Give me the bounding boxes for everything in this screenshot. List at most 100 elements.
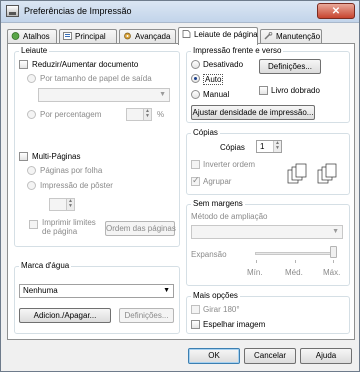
copies-label: Cópias xyxy=(220,143,245,152)
watermark-select[interactable]: Nenhuma ▼ xyxy=(19,284,174,298)
page-layout-icon xyxy=(182,29,191,38)
print-borders-checkbox[interactable] xyxy=(29,220,38,229)
tab-maintenance[interactable]: Manutenção xyxy=(260,29,322,44)
maintenance-icon xyxy=(264,31,273,40)
tab-advanced[interactable]: Avançada xyxy=(119,29,176,44)
duplex-off-label: Desativado xyxy=(203,60,244,69)
paper-size-select[interactable]: ▼ xyxy=(38,88,170,102)
by-paper-size-label: Por tamanho de papel de saída xyxy=(40,74,152,83)
duplex-group: Impressão frente e verso Desativado Auto… xyxy=(186,46,350,123)
slider-tick xyxy=(333,260,334,263)
enlarge-method-select[interactable]: ▼ xyxy=(191,225,343,239)
slider-tick xyxy=(256,260,257,263)
enlarge-method-label: Método de ampliação xyxy=(191,212,268,221)
expansion-slider-handle[interactable] xyxy=(330,246,337,258)
collate-pages-icon xyxy=(287,163,337,184)
borderless-group-title: Sem margens xyxy=(191,199,245,208)
tab-label: Principal xyxy=(75,32,106,41)
copies-group: Cópias Cópias 1 ▲▼ Inverter ordem Agrupa… xyxy=(186,128,350,195)
adjust-density-button[interactable]: Ajustar densidade de impressão... xyxy=(191,105,315,120)
copies-group-title: Cópias xyxy=(191,128,220,137)
chevron-down-icon: ▼ xyxy=(159,91,166,98)
reduce-enlarge-label: Reduzir/Aumentar documento xyxy=(32,60,139,69)
mirror-image-checkbox[interactable] xyxy=(191,320,200,329)
watermark-group-title: Marca d'água xyxy=(19,261,72,270)
rotate-180-label: Girar 180° xyxy=(203,305,240,314)
expansion-min-label: Mín. xyxy=(247,268,263,277)
by-paper-size-radio[interactable] xyxy=(27,74,36,83)
more-options-group-title: Mais opções xyxy=(191,291,240,300)
pages-per-sheet-label: Páginas por folha xyxy=(40,166,103,175)
cancel-button[interactable]: Cancelar xyxy=(244,348,296,364)
borderless-group: Sem margens Método de ampliação ▼ Expans… xyxy=(186,199,350,286)
expansion-label: Expansão xyxy=(191,250,227,259)
main-icon xyxy=(63,31,72,40)
more-options-group: Mais opções Girar 180° Espelhar imagem xyxy=(186,291,350,334)
layout-group: Leiaute Reduzir/Aumentar documento Por t… xyxy=(14,46,180,247)
close-button[interactable]: ✕ xyxy=(317,3,355,19)
percentage-spinner[interactable]: ▲ ▼ xyxy=(126,108,152,121)
watermark-group: Marca d'água Nenhuma ▼ Adicion./Apagar..… xyxy=(14,261,180,334)
duplex-settings-button[interactable]: Definições... xyxy=(259,59,321,74)
slider-tick xyxy=(295,260,296,263)
poster-print-label: Impressão de pôster xyxy=(40,181,113,190)
print-borders-label-line2: de página xyxy=(42,227,78,236)
collate-label: Agrupar xyxy=(203,177,232,186)
window-title: Preferências de Impressão xyxy=(24,6,132,16)
rotate-180-checkbox[interactable] xyxy=(191,305,200,314)
chevron-down-icon: ▼ xyxy=(163,287,170,294)
spinner-arrows-icon: ▲ ▼ xyxy=(273,141,281,152)
duplex-group-title: Impressão frente e verso xyxy=(191,46,284,55)
printer-icon xyxy=(6,5,19,17)
advanced-icon xyxy=(123,31,132,40)
pages-per-sheet-radio[interactable] xyxy=(27,166,36,175)
page-order-button[interactable]: Ordem das páginas xyxy=(105,221,176,236)
title-bar: Preferências de Impressão ✕ xyxy=(1,1,359,23)
copies-spinner[interactable]: 1 ▲ ▼ xyxy=(256,140,282,153)
duplex-off-radio[interactable] xyxy=(191,60,200,69)
shortcuts-icon xyxy=(11,31,20,40)
duplex-auto-label: Auto xyxy=(203,74,224,85)
print-borders-label-line1: Imprimir limites xyxy=(42,218,96,227)
by-percentage-label: Por percentagem xyxy=(40,110,102,119)
duplex-manual-radio[interactable] xyxy=(191,90,200,99)
reverse-order-checkbox[interactable] xyxy=(191,160,200,169)
tab-shortcuts[interactable]: Atalhos xyxy=(7,29,57,44)
tab-label: Manutenção xyxy=(276,32,321,41)
layout-group-title: Leiaute xyxy=(19,46,50,55)
watermark-settings-button[interactable]: Definições... xyxy=(119,308,174,323)
chevron-down-icon: ▼ xyxy=(332,228,339,235)
mirror-image-label: Espelhar imagem xyxy=(203,320,266,329)
by-percentage-radio[interactable] xyxy=(27,110,36,119)
multi-page-checkbox[interactable] xyxy=(19,152,28,161)
poster-spinner[interactable]: ▲ ▼ xyxy=(49,198,75,211)
expansion-max-label: Máx. xyxy=(323,268,341,277)
collate-checkbox[interactable] xyxy=(191,175,200,186)
spinner-arrows-icon: ▲ ▼ xyxy=(66,199,74,210)
spinner-arrows-icon: ▲ ▼ xyxy=(143,109,151,120)
multi-page-label: Multi-Páginas xyxy=(32,152,81,161)
page-layout-panel: Leiaute Reduzir/Aumentar documento Por t… xyxy=(7,43,355,340)
reduce-enlarge-checkbox[interactable] xyxy=(19,60,28,69)
booklet-label: Livro dobrado xyxy=(271,86,320,95)
percent-unit: % xyxy=(157,110,165,119)
reverse-order-label: Inverter ordem xyxy=(203,160,256,169)
tab-label: Leiaute de página xyxy=(194,30,258,39)
duplex-auto-radio[interactable] xyxy=(191,74,200,83)
print-preferences-window: Preferências de Impressão ✕ Atalhos Prin… xyxy=(0,0,360,372)
ok-button[interactable]: OK xyxy=(188,348,240,364)
watermark-selected: Nenhuma xyxy=(23,286,58,295)
copies-value: 1 xyxy=(260,142,265,151)
tab-label: Avançada xyxy=(135,32,171,41)
poster-print-radio[interactable] xyxy=(27,181,36,190)
watermark-add-delete-button[interactable]: Adicion./Apagar... xyxy=(19,308,111,323)
tab-strip: Atalhos Principal Avançada Leiaute de pá… xyxy=(7,27,355,45)
tab-page-layout[interactable]: Leiaute de página xyxy=(178,27,258,45)
tab-main[interactable]: Principal xyxy=(59,29,117,44)
expansion-mid-label: Méd. xyxy=(285,268,303,277)
booklet-checkbox[interactable] xyxy=(259,86,268,95)
duplex-manual-label: Manual xyxy=(203,90,230,99)
help-button[interactable]: Ajuda xyxy=(300,348,352,364)
tab-label: Atalhos xyxy=(23,32,50,41)
expansion-slider-track[interactable] xyxy=(255,252,335,255)
